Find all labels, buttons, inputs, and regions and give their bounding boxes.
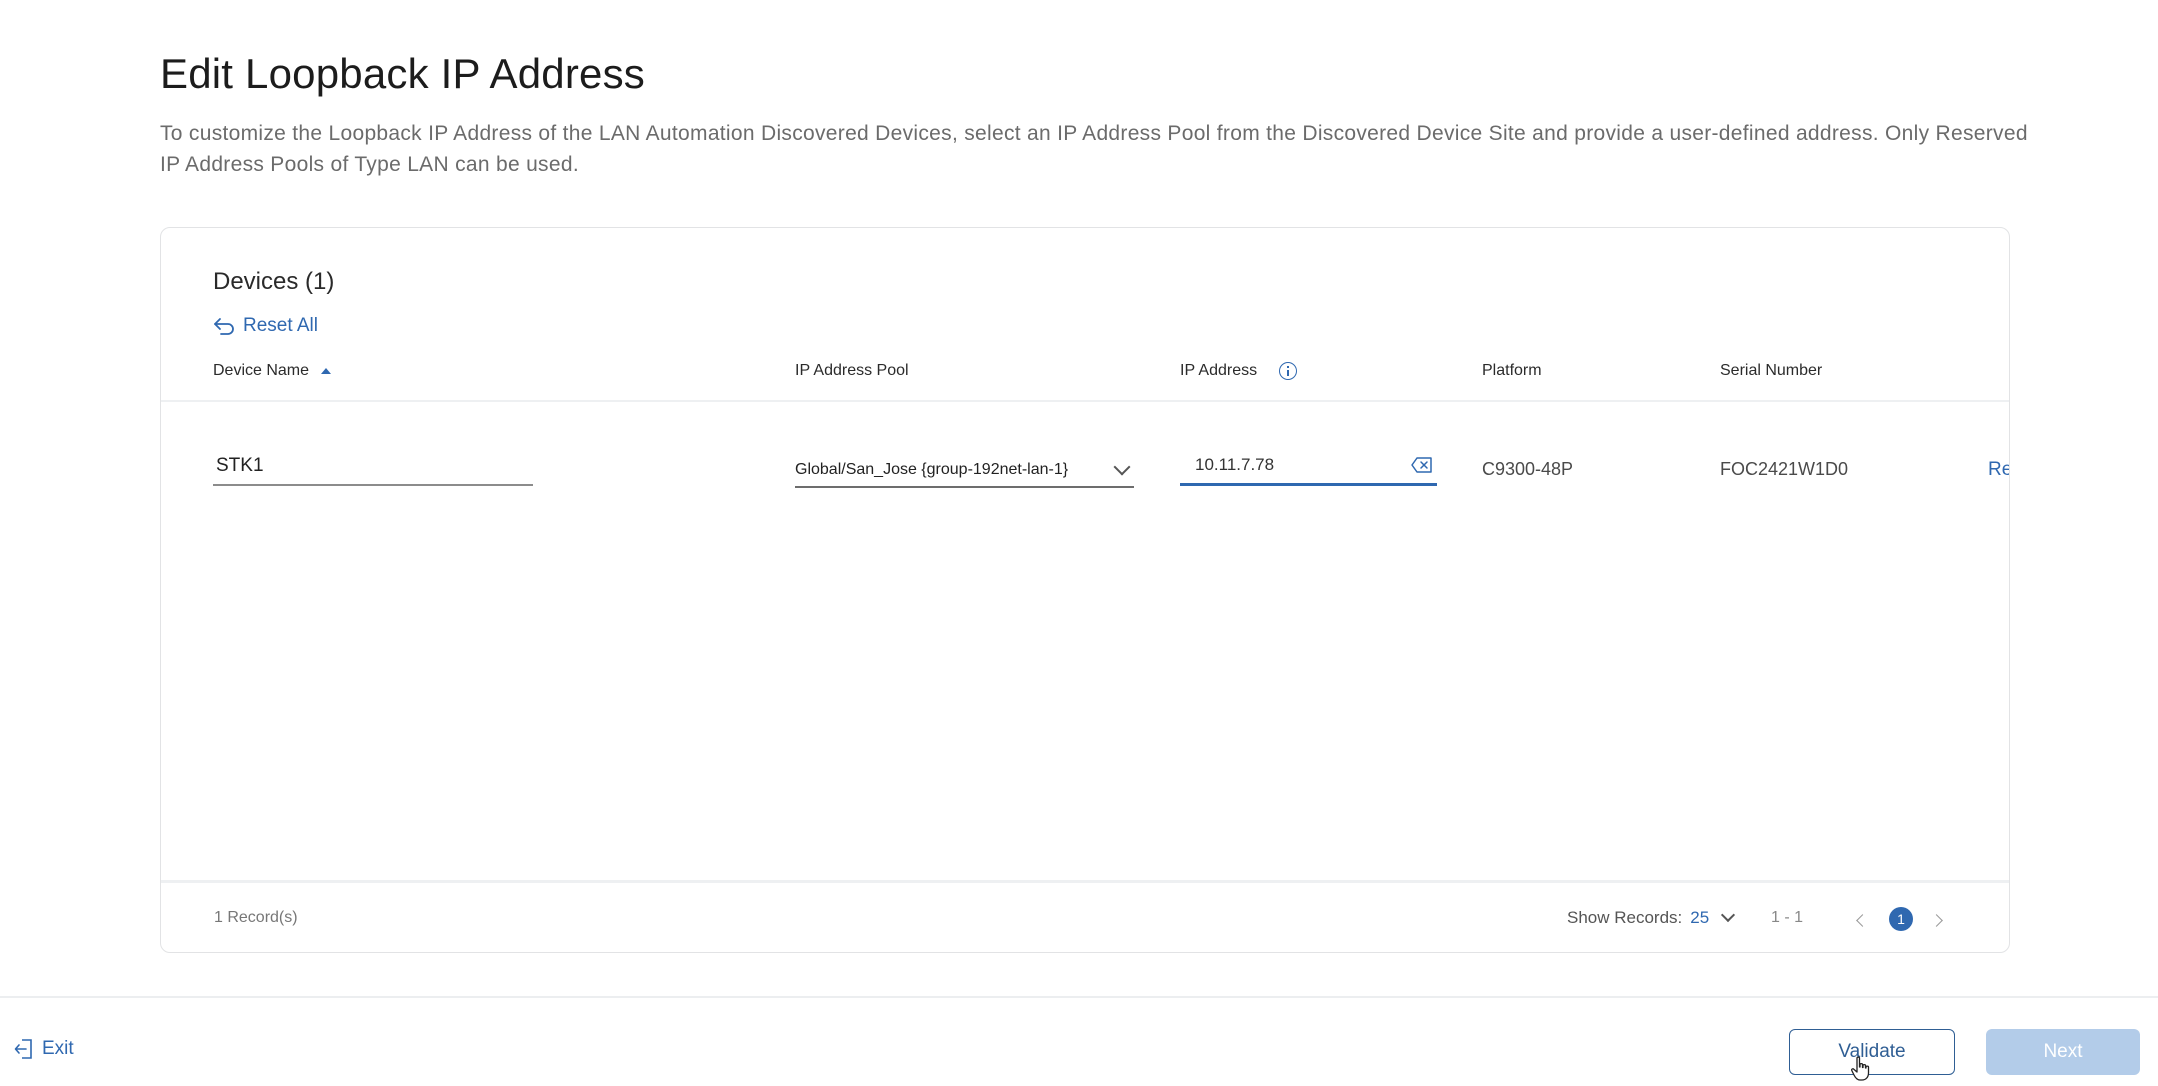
info-icon[interactable] (1279, 362, 1298, 380)
column-header-serial-number: Serial Number (1720, 362, 1822, 380)
footer-divider (161, 880, 2009, 883)
column-header-ip-address: IP Address (1180, 362, 1298, 380)
ip-pool-header-label: IP Address Pool (795, 362, 909, 379)
device-name-field[interactable] (213, 450, 536, 486)
reset-all-label: Reset All (243, 315, 318, 336)
chevron-right-icon[interactable] (1931, 910, 1947, 930)
platform-header-label: Platform (1482, 362, 1542, 379)
show-records-select[interactable]: Show Records: 25 (1567, 907, 1736, 928)
bottom-bar-divider (0, 996, 2158, 998)
validate-button[interactable]: Validate (1789, 1029, 1955, 1075)
mouse-pointer-icon (1851, 1056, 1870, 1081)
serial-number-cell: FOC2421W1D0 (1720, 459, 1849, 479)
column-header-ip-pool: IP Address Pool (795, 362, 909, 380)
page-description: To customize the Loopback IP Address of … (160, 122, 2028, 176)
pagination-current-page[interactable]: 1 (1889, 907, 1913, 931)
header-divider (161, 400, 2009, 402)
sort-ascending-icon (321, 368, 332, 374)
serial-number-header-label: Serial Number (1720, 362, 1823, 379)
page-title: Edit Loopback IP Address (160, 50, 646, 97)
ip-pool-selected-value: Global/San_Jose {group-192net-lan-1} (795, 460, 1069, 478)
ip-address-input[interactable] (1180, 454, 1395, 475)
chevron-down-icon (1721, 907, 1736, 923)
ip-address-header-label: IP Address (1180, 362, 1258, 379)
show-records-value: 25 (1690, 908, 1710, 927)
devices-card: Devices (1) Reset All Device Name IP Add… (160, 227, 2010, 953)
devices-title: Devices (1) (213, 268, 335, 295)
reset-all-link[interactable]: Reset All (213, 315, 318, 337)
ip-address-field[interactable] (1180, 446, 1437, 486)
column-header-platform: Platform (1482, 362, 1542, 380)
ip-pool-select[interactable]: Global/San_Jose {group-192net-lan-1} (795, 453, 1134, 488)
chevron-down-icon (1113, 458, 1131, 475)
next-button[interactable]: Next (1986, 1029, 2140, 1075)
column-header-device-name[interactable]: Device Name (213, 362, 332, 380)
chevron-left-icon[interactable] (1854, 910, 1870, 930)
clear-input-icon[interactable] (1411, 456, 1433, 473)
row-action-link[interactable]: Re (1988, 459, 2009, 481)
records-count: 1 Record(s) (214, 909, 298, 926)
device-name-header-label: Device Name (213, 362, 310, 379)
exit-icon (14, 1039, 32, 1059)
exit-label: Exit (42, 1038, 74, 1059)
show-records-label: Show Records: (1567, 908, 1683, 927)
reset-icon (214, 318, 234, 335)
device-name-input[interactable] (213, 450, 536, 482)
exit-link[interactable]: Exit (14, 1038, 74, 1060)
platform-cell: C9300-48P (1482, 459, 1574, 479)
page-range: 1 - 1 (1771, 909, 1804, 926)
